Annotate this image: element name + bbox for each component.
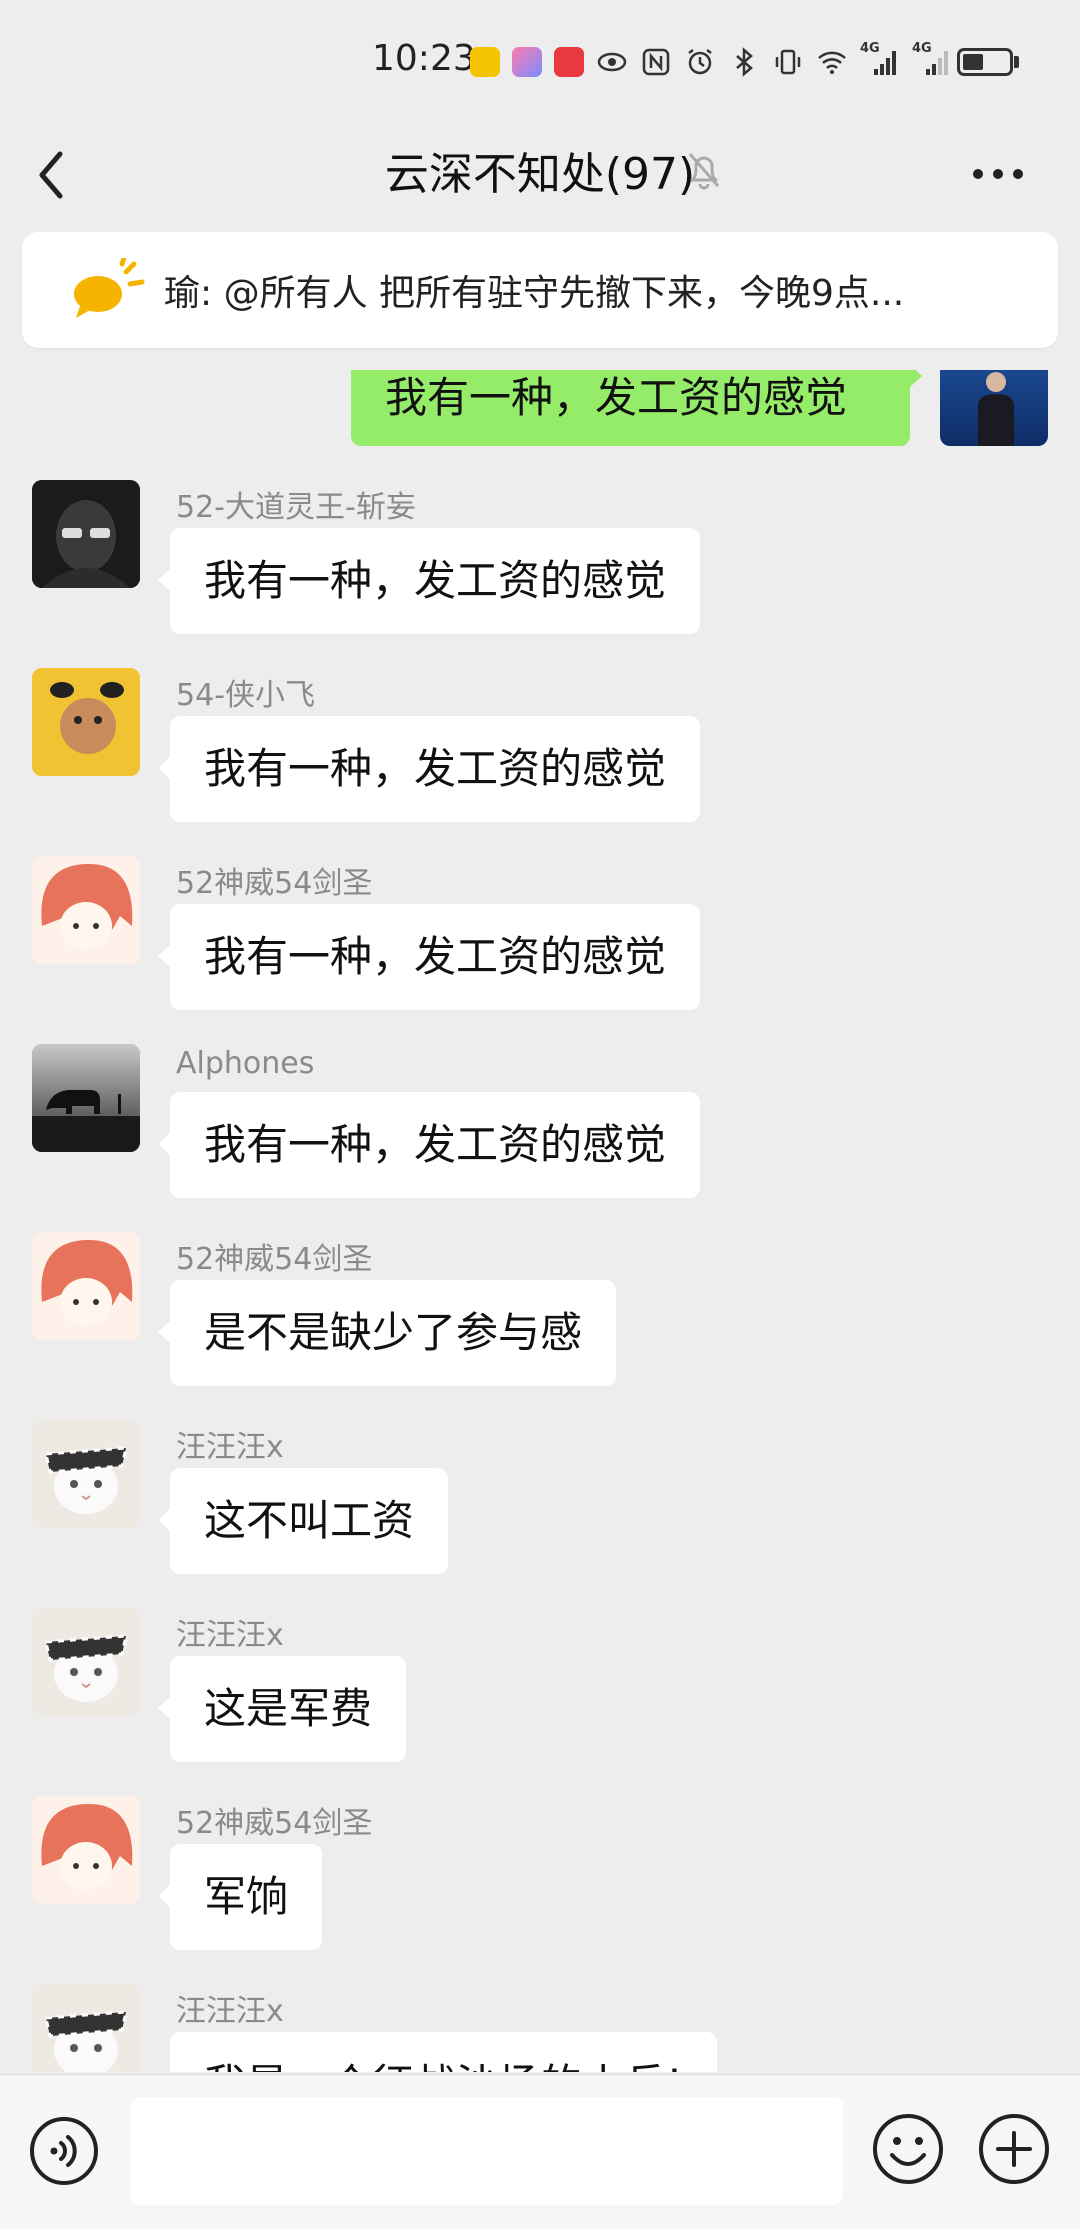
dark-mask-avatar[interactable] xyxy=(32,480,140,588)
message-sender: 52-大道灵王-斩妄 xyxy=(176,490,416,525)
message-bubble[interactable]: 这不叫工资 xyxy=(157,1468,449,1574)
battery-icon xyxy=(957,48,1013,76)
message-bubble[interactable]: 是不是缺少了参与感 xyxy=(157,1280,617,1386)
pinned-announcement[interactable]: 瑜: @所有人 把所有驻守先撤下来，今晚9点... xyxy=(22,232,1058,348)
message-bubble[interactable]: 我是一个征战沙场的小兵! xyxy=(170,2032,717,2072)
input-bar xyxy=(0,2074,1080,2229)
message-sender: 54-侠小飞 xyxy=(176,678,315,713)
anime-girl-avatar[interactable] xyxy=(32,856,140,964)
self-avatar-photo[interactable] xyxy=(940,370,1048,446)
message-bubble[interactable]: 军饷 xyxy=(157,1844,323,1950)
bluetooth-icon xyxy=(736,47,753,77)
pinned-text: 瑜: @所有人 把所有驻守先撤下来，今晚9点... xyxy=(164,273,905,314)
vibrate-icon xyxy=(775,49,801,75)
message-sender: 52神威54剑圣 xyxy=(176,866,373,901)
plus-circle-icon[interactable] xyxy=(976,2111,1052,2187)
alarm-icon xyxy=(688,49,712,75)
app-a-icon xyxy=(470,47,500,77)
cat-bandana-avatar[interactable] xyxy=(32,1608,140,1716)
message-sender: 汪汪汪x xyxy=(176,1994,284,2029)
emoji-icon[interactable] xyxy=(870,2111,946,2187)
message-input[interactable] xyxy=(130,2097,843,2205)
message-bubble[interactable]: 我有一种，发工资的感觉 xyxy=(157,1092,701,1198)
message-sender: 汪汪汪x xyxy=(176,1430,284,1465)
message-bubble[interactable]: 我有一种，发工资的感觉 xyxy=(157,528,701,634)
bell-muted-icon xyxy=(688,153,720,190)
eye-icon xyxy=(597,52,627,72)
signal-4g-icon: 4G xyxy=(860,41,900,79)
announcement-speech-icon xyxy=(74,258,145,318)
anime-girl-avatar[interactable] xyxy=(32,1796,140,1904)
signal-4g-icon: 4G xyxy=(912,41,952,79)
chat-title[interactable]: 云深不知处(97) xyxy=(385,138,695,202)
message-sender: 52神威54剑圣 xyxy=(176,1806,373,1841)
status-time: 10:23 xyxy=(372,38,476,79)
nfc-icon xyxy=(642,48,670,76)
message-sender: 52神威54剑圣 xyxy=(176,1242,373,1277)
yellow-costume-avatar[interactable] xyxy=(32,668,140,776)
message-bubble[interactable]: 我有一种，发工资的感觉 xyxy=(157,716,701,822)
cat-bandana-avatar[interactable] xyxy=(32,1984,140,2072)
battery-level xyxy=(963,54,983,70)
cat-bandana-avatar[interactable] xyxy=(32,1420,140,1528)
bear-silhouette-avatar[interactable] xyxy=(32,1044,140,1152)
battery-tip xyxy=(1014,56,1019,68)
message-bubble[interactable]: 我有一种，发工资的感觉 xyxy=(157,904,701,1010)
status-bar: 10:23 4G 4G xyxy=(0,0,1080,120)
voice-input-icon[interactable] xyxy=(28,2115,100,2187)
message-sender: Alphones xyxy=(176,1046,315,1081)
chat-title-wrap: 云深不知处(97) xyxy=(0,138,1080,202)
more-dots-icon[interactable] xyxy=(968,148,1028,198)
chat-header: 云深不知处(97) xyxy=(0,120,1080,230)
app-red-icon xyxy=(554,47,584,77)
message-sender: 汪汪汪x xyxy=(176,1618,284,1653)
status-icons: 4G 4G xyxy=(470,41,952,80)
message-bubble[interactable]: 这是军费 xyxy=(157,1656,407,1762)
anime-girl-avatar[interactable] xyxy=(32,1232,140,1340)
chat-messages: 我有一种，发工资的感觉 52-大道灵王-斩妄 我有一种，发工资的感觉 54-侠小… xyxy=(0,370,1080,2072)
app-chart-icon xyxy=(512,47,542,77)
self-message-bubble[interactable]: 我有一种，发工资的感觉 xyxy=(351,370,922,446)
wifi-icon xyxy=(818,51,846,74)
